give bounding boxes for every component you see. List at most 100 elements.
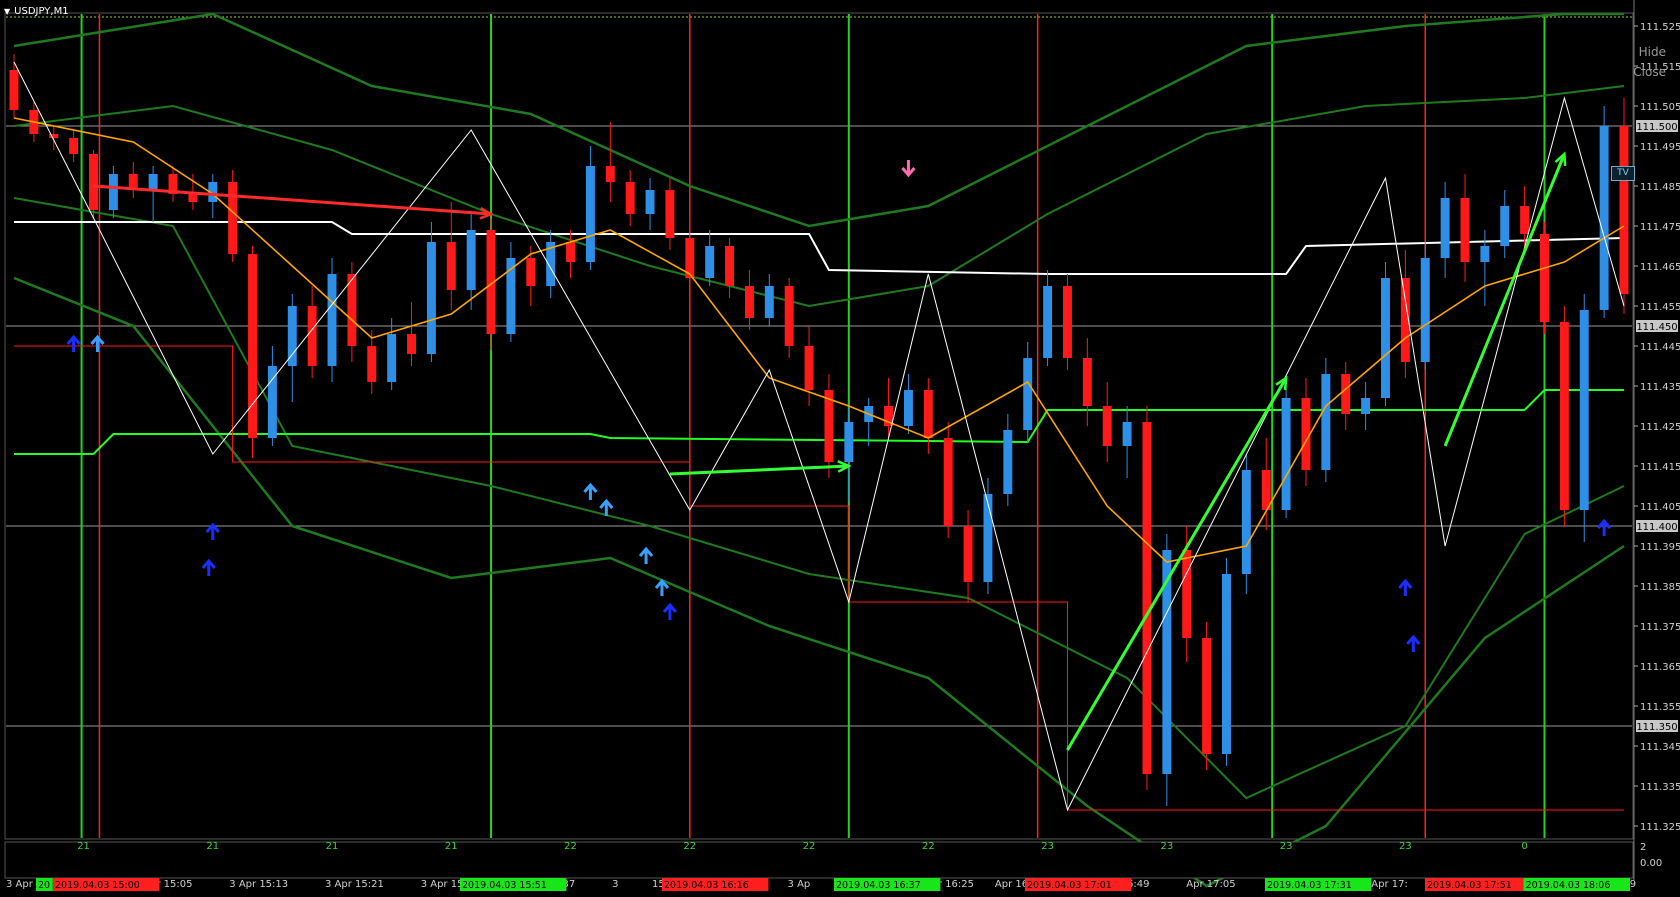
bull-candle (645, 190, 655, 214)
bear-candle (784, 286, 794, 346)
bear-candle (188, 194, 198, 202)
price-axis-label: 111.455 (1640, 302, 1680, 313)
bear-candle (1142, 422, 1152, 774)
time-marker-badge-text: 2019.04.03 16:16 (664, 880, 749, 891)
price-axis-label: 111.345 (1640, 742, 1680, 753)
bull-candle (108, 174, 118, 210)
price-axis-label: 111.465 (1640, 262, 1680, 273)
price-axis-label: 111.475 (1640, 222, 1680, 233)
bull-candle (1221, 574, 1231, 754)
bull-candle (1241, 470, 1251, 574)
session-sub-label: 23 (1399, 841, 1412, 852)
time-axis-label: 3 Ap (788, 879, 811, 890)
time-marker-badge-text: 20 (38, 880, 50, 891)
bear-candle (347, 274, 357, 346)
trend-arrow-line (669, 464, 849, 476)
time-marker-badge-text: 2019.04.03 15:51 (462, 880, 547, 891)
time-axis-label: 3 (612, 879, 618, 890)
bear-candle (963, 526, 973, 582)
bull-candle (1003, 430, 1013, 494)
indicator-axis-label: 0.00 (1640, 858, 1662, 869)
bull-candle (387, 334, 397, 382)
time-axis-label: 3 Apr 15:13 (229, 879, 288, 890)
upper-band-line (13, 12, 1624, 228)
bear-candle (69, 138, 79, 154)
bear-candle (526, 258, 536, 286)
time-axis-label: Apr 17:05 (1186, 879, 1235, 890)
bear-candle (248, 254, 257, 438)
time-marker-badge-text: 2019.04.03 17:51 (1427, 880, 1512, 891)
hide-button[interactable]: Hide (1639, 45, 1666, 59)
chart-title-bar[interactable]: ▼ USDJPY,M1 (4, 4, 69, 18)
bear-candle (1460, 198, 1470, 262)
bear-candle (804, 346, 814, 390)
bear-candle (1341, 374, 1351, 414)
bull-candle (1043, 286, 1053, 358)
price-axis-label: 111.435 (1640, 382, 1680, 393)
indicator-panel (4, 841, 1634, 879)
tv-button[interactable]: TV (1611, 166, 1635, 181)
price-level-badge-text: 111.450 (1636, 322, 1677, 333)
bull-candle (1361, 398, 1371, 414)
session-sub-label: 22 (922, 841, 935, 852)
price-axis-label: 111.445 (1640, 342, 1680, 353)
bear-candle (1182, 550, 1192, 638)
price-axis-label: 111.375 (1640, 622, 1680, 633)
session-sub-label: 23 (1041, 841, 1054, 852)
session-sub-label: 23 (1160, 841, 1173, 852)
bear-candle (9, 70, 19, 110)
time-marker-badge-text: 2019.04.03 17:31 (1267, 880, 1352, 891)
price-level-badge-text: 111.400 (1636, 522, 1677, 533)
bear-candle (625, 182, 635, 214)
time-marker-badge-text: 2019.04.03 15:00 (55, 880, 140, 891)
session-sub-label: 0 (1521, 841, 1527, 852)
bull-candle (1579, 310, 1589, 510)
session-sub-label: 21 (326, 841, 339, 852)
bear-candle (605, 166, 615, 182)
bull-candle (1281, 398, 1291, 510)
bear-candle (367, 346, 377, 382)
session-sub-label: 22 (683, 841, 696, 852)
bear-candle (744, 286, 754, 318)
bear-candle (566, 242, 576, 262)
time-marker-badge-text: 2019.04.03 16:37 (836, 880, 921, 891)
price-axis-label: 111.395 (1640, 542, 1680, 553)
price-axis-label: 111.525 (1640, 22, 1680, 33)
session-sub-label: 21 (445, 841, 458, 852)
price-level-badge-text: 111.350 (1636, 722, 1677, 733)
price-axis-label: 111.385 (1640, 582, 1680, 593)
bull-candle (844, 422, 854, 462)
bear-candle (943, 438, 953, 526)
bear-candle (725, 246, 735, 286)
bull-candle (585, 166, 595, 262)
price-axis-label: 111.405 (1640, 502, 1680, 513)
triangle-down-icon[interactable]: ▼ (4, 7, 10, 16)
indicator-axis-label: 2 (1640, 842, 1646, 853)
bull-candle (705, 246, 715, 278)
bull-candle (287, 306, 297, 366)
bear-candle (1082, 358, 1092, 406)
bull-candle (148, 174, 158, 190)
price-level-badge-text: 111.500 (1636, 122, 1677, 133)
session-sub-label: 23 (1280, 841, 1293, 852)
bear-candle (1540, 234, 1549, 322)
bull-candle (267, 366, 277, 438)
bull-candle (1381, 278, 1390, 398)
bear-candle (307, 306, 317, 366)
price-axis-label: 111.325 (1640, 822, 1680, 833)
price-axis-label: 111.505 (1640, 102, 1680, 113)
bull-candle (1420, 258, 1430, 362)
trend-arrow-line (1066, 377, 1288, 751)
session-sub-label: 21 (206, 841, 219, 852)
bull-candle (1321, 374, 1331, 470)
close-button[interactable]: Close (1633, 65, 1666, 79)
price-axis-label: 111.415 (1640, 462, 1680, 473)
price-chart[interactable]: 111.525111.515111.505111.495111.485111.4… (0, 0, 1680, 897)
bull-candle (1599, 126, 1609, 310)
bull-candle (327, 274, 337, 366)
bull-candle (983, 494, 993, 582)
price-axis-label: 111.425 (1640, 422, 1680, 433)
price-axis-label: 111.485 (1640, 182, 1680, 193)
chart-window: 111.525 111.515 111.505 111.495 111.485 111.4… (0, 0, 1680, 897)
session-sub-label: 22 (564, 841, 577, 852)
